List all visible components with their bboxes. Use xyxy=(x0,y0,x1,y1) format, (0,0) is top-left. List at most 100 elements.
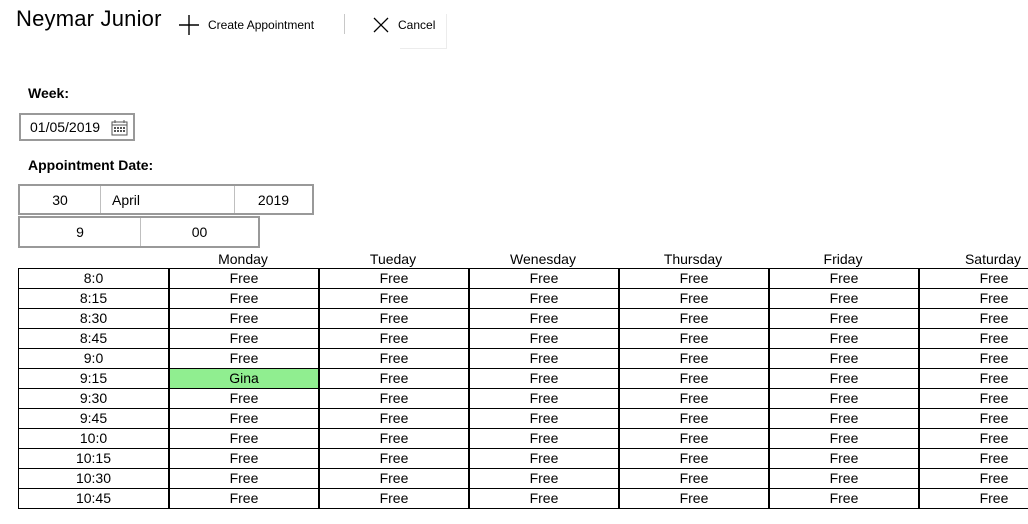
table-row: 8:15 Free Free Free Free Free Free xyxy=(18,289,1028,309)
free-slot-cell[interactable]: Free xyxy=(918,269,1028,288)
close-icon xyxy=(372,16,390,34)
year-selector[interactable]: 2019 xyxy=(234,186,312,213)
free-slot-cell[interactable]: Free xyxy=(168,309,318,328)
table-row: 9:0 Free Free Free Free Free Free xyxy=(18,349,1028,369)
free-slot-cell[interactable]: Free xyxy=(468,449,618,468)
free-slot-cell[interactable]: Free xyxy=(468,269,618,288)
table-row: 10:45 Free Free Free Free Free Free xyxy=(18,489,1028,509)
booked-slot-cell[interactable]: Gina xyxy=(168,369,318,388)
free-slot-cell[interactable]: Free xyxy=(918,429,1028,448)
free-slot-cell[interactable]: Free xyxy=(918,409,1028,428)
free-slot-cell[interactable]: Free xyxy=(618,389,768,408)
free-slot-cell[interactable]: Free xyxy=(168,269,318,288)
free-slot-cell[interactable]: Free xyxy=(768,389,918,408)
free-slot-cell[interactable]: Free xyxy=(768,269,918,288)
free-slot-cell[interactable]: Free xyxy=(768,349,918,368)
free-slot-cell[interactable]: Free xyxy=(618,489,768,508)
free-slot-cell[interactable]: Free xyxy=(168,469,318,488)
free-slot-cell[interactable]: Free xyxy=(618,289,768,308)
day-selector[interactable]: 30 xyxy=(20,186,100,213)
free-slot-cell[interactable]: Free xyxy=(618,409,768,428)
free-slot-cell[interactable]: Free xyxy=(318,369,468,388)
free-slot-cell[interactable]: Free xyxy=(318,269,468,288)
free-slot-cell[interactable]: Free xyxy=(318,309,468,328)
free-slot-cell[interactable]: Free xyxy=(768,409,918,428)
free-slot-cell[interactable]: Free xyxy=(468,289,618,308)
free-slot-cell[interactable]: Free xyxy=(768,329,918,348)
free-slot-cell[interactable]: Free xyxy=(618,269,768,288)
table-row: 9:30 Free Free Free Free Free Free xyxy=(18,389,1028,409)
day-header: Tueday xyxy=(369,251,417,267)
free-slot-cell[interactable]: Free xyxy=(468,389,618,408)
free-slot-cell[interactable]: Free xyxy=(468,409,618,428)
free-slot-cell[interactable]: Free xyxy=(618,369,768,388)
free-slot-cell[interactable]: Free xyxy=(918,329,1028,348)
week-date-picker[interactable]: 01/05/2019 xyxy=(19,113,135,141)
free-slot-cell[interactable]: Free xyxy=(768,489,918,508)
free-slot-cell[interactable]: Free xyxy=(468,349,618,368)
window-title: Neymar Junior xyxy=(16,6,162,31)
free-slot-cell[interactable]: Free xyxy=(318,409,468,428)
free-slot-cell[interactable]: Free xyxy=(768,449,918,468)
free-slot-cell[interactable]: Free xyxy=(318,469,468,488)
free-slot-cell[interactable]: Free xyxy=(618,349,768,368)
free-slot-cell[interactable]: Free xyxy=(168,429,318,448)
free-slot-cell[interactable]: Free xyxy=(768,309,918,328)
free-slot-cell[interactable]: Free xyxy=(468,469,618,488)
free-slot-cell[interactable]: Free xyxy=(918,449,1028,468)
free-slot-cell[interactable]: Free xyxy=(168,389,318,408)
free-slot-cell[interactable]: Free xyxy=(918,349,1028,368)
free-slot-cell[interactable]: Free xyxy=(618,449,768,468)
day-header: Friday xyxy=(823,251,863,267)
free-slot-cell[interactable]: Free xyxy=(318,429,468,448)
free-slot-cell[interactable]: Free xyxy=(618,429,768,448)
free-slot-cell[interactable]: Free xyxy=(618,309,768,328)
free-slot-cell[interactable]: Free xyxy=(768,469,918,488)
free-slot-cell[interactable]: Free xyxy=(468,429,618,448)
free-slot-cell[interactable]: Free xyxy=(168,449,318,468)
free-slot-cell[interactable]: Free xyxy=(168,409,318,428)
table-row: 8:30 Free Free Free Free Free Free xyxy=(18,309,1028,329)
free-slot-cell[interactable]: Free xyxy=(468,309,618,328)
free-slot-cell[interactable]: Free xyxy=(768,429,918,448)
table-row: 8:0 Free Free Free Free Free Free xyxy=(18,269,1028,289)
minute-selector[interactable]: 00 xyxy=(140,218,258,246)
table-row: 9:45 Free Free Free Free Free Free xyxy=(18,409,1028,429)
free-slot-cell[interactable]: Free xyxy=(468,489,618,508)
free-slot-cell[interactable]: Free xyxy=(918,469,1028,488)
time-slot-label: 8:45 xyxy=(18,329,168,348)
cancel-button[interactable]: Cancel xyxy=(372,10,435,40)
appointment-time-picker: 9 00 xyxy=(18,216,260,248)
hour-selector[interactable]: 9 xyxy=(20,218,140,246)
free-slot-cell[interactable]: Free xyxy=(918,389,1028,408)
free-slot-cell[interactable]: Free xyxy=(918,309,1028,328)
month-selector[interactable]: April xyxy=(100,186,234,213)
free-slot-cell[interactable]: Free xyxy=(468,369,618,388)
time-slot-label: 9:15 xyxy=(18,369,168,388)
free-slot-cell[interactable]: Free xyxy=(318,449,468,468)
free-slot-cell[interactable]: Free xyxy=(918,489,1028,508)
free-slot-cell[interactable]: Free xyxy=(468,329,618,348)
command-separator xyxy=(344,14,345,34)
time-slot-label: 9:45 xyxy=(18,409,168,428)
free-slot-cell[interactable]: Free xyxy=(168,489,318,508)
free-slot-cell[interactable]: Free xyxy=(768,369,918,388)
create-appointment-button[interactable]: Create Appointment xyxy=(178,10,314,40)
free-slot-cell[interactable]: Free xyxy=(318,389,468,408)
free-slot-cell[interactable]: Free xyxy=(318,489,468,508)
appointment-date-picker: 30 April 2019 xyxy=(18,184,314,215)
free-slot-cell[interactable]: Free xyxy=(918,369,1028,388)
free-slot-cell[interactable]: Free xyxy=(918,289,1028,308)
free-slot-cell[interactable]: Free xyxy=(318,349,468,368)
free-slot-cell[interactable]: Free xyxy=(318,329,468,348)
free-slot-cell[interactable]: Free xyxy=(318,289,468,308)
free-slot-cell[interactable]: Free xyxy=(618,329,768,348)
free-slot-cell[interactable]: Free xyxy=(168,349,318,368)
table-row: 10:15 Free Free Free Free Free Free xyxy=(18,449,1028,469)
day-header: Monday xyxy=(218,251,268,267)
free-slot-cell[interactable]: Free xyxy=(768,289,918,308)
free-slot-cell[interactable]: Free xyxy=(168,329,318,348)
free-slot-cell[interactable]: Free xyxy=(168,289,318,308)
free-slot-cell[interactable]: Free xyxy=(618,469,768,488)
time-slot-label: 9:30 xyxy=(18,389,168,408)
